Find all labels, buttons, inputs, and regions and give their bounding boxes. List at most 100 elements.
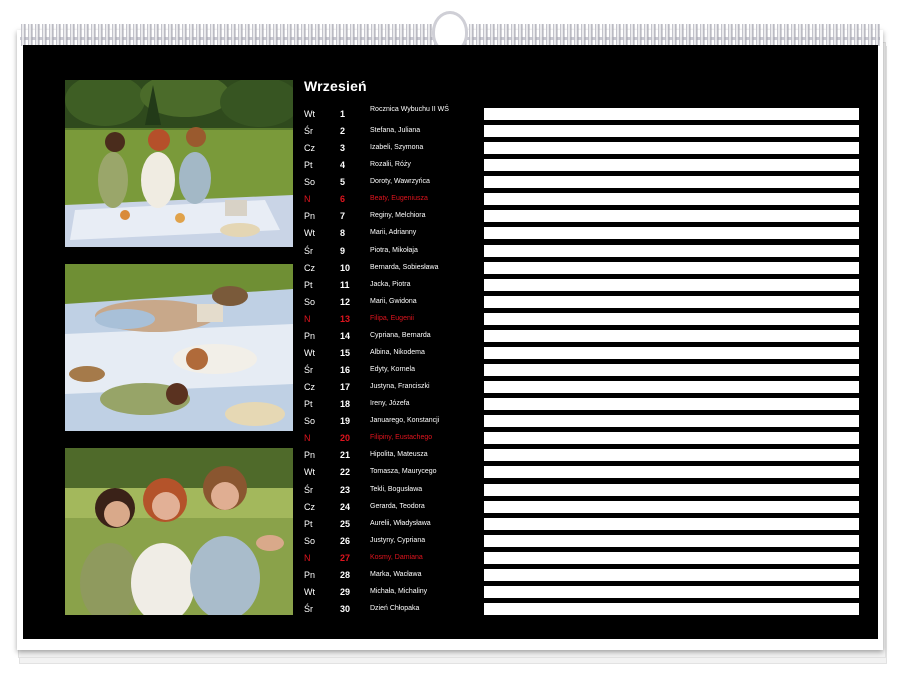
name-day: Albina, Nikodema xyxy=(370,348,425,356)
notes-line[interactable] xyxy=(484,108,859,120)
name-day: Rocznica Wybuchu II WŚ xyxy=(370,106,449,113)
day-of-week: Wt xyxy=(304,347,315,358)
name-day: Justyna, Franciszki xyxy=(370,383,430,391)
notes-line[interactable] xyxy=(484,295,859,308)
day-of-week: Śr xyxy=(304,245,313,256)
day-number: 30 xyxy=(340,604,351,615)
day-number: 22 xyxy=(340,467,351,478)
name-day: Gerarda, Teodora xyxy=(370,502,425,510)
day-of-week: Pt xyxy=(304,160,313,171)
day-row: Pt 4 Rozalii, Róży xyxy=(304,157,860,174)
day-row: Pt 25 Aurelii, Władysława xyxy=(304,516,860,533)
notes-line[interactable] xyxy=(484,585,859,598)
notes-line[interactable] xyxy=(484,278,859,291)
day-row: So 26 Justyny, Cypriana xyxy=(304,533,860,550)
day-row: So 19 Januarego, Konstancji xyxy=(304,413,860,430)
name-day: Marka, Wacława xyxy=(370,570,422,578)
day-number: 24 xyxy=(340,501,351,512)
day-number: 21 xyxy=(340,450,351,461)
notes-line[interactable] xyxy=(484,398,859,411)
notes-line[interactable] xyxy=(484,159,859,172)
notes-line[interactable] xyxy=(484,551,859,564)
day-of-week: Wt xyxy=(304,109,315,119)
notes-line[interactable] xyxy=(484,483,859,496)
day-row: So 12 Marii, Gwidona xyxy=(304,294,860,311)
notes-line[interactable] xyxy=(484,364,859,377)
day-of-week: Pt xyxy=(304,399,313,410)
name-day: Bernarda, Sobiesława xyxy=(370,263,439,271)
day-of-week: N xyxy=(304,194,311,205)
day-number: 25 xyxy=(340,518,351,529)
day-number: 3 xyxy=(340,143,346,154)
day-number: 6 xyxy=(340,194,346,205)
notes-line[interactable] xyxy=(484,466,859,479)
day-number: 14 xyxy=(340,330,351,341)
day-number: 27 xyxy=(340,552,351,563)
day-row: Pt 11 Jacka, Piotra xyxy=(304,277,860,294)
notes-line[interactable] xyxy=(484,312,859,325)
notes-line[interactable] xyxy=(484,415,859,428)
notes-line[interactable] xyxy=(484,432,859,445)
day-number: 26 xyxy=(340,535,351,546)
day-row: Cz 17 Justyna, Franciszki xyxy=(304,379,860,396)
name-day: Tekli, Bogusława xyxy=(370,485,423,493)
day-row: Pn 21 Hipolita, Mateusza xyxy=(304,447,860,464)
name-day: Doroty, Wawrzyńca xyxy=(370,178,430,186)
name-day: Edyty, Kornela xyxy=(370,366,416,374)
notes-line[interactable] xyxy=(484,534,859,547)
day-of-week: So xyxy=(304,416,316,427)
day-of-week: Śr xyxy=(304,365,313,376)
day-of-week: N xyxy=(304,433,311,444)
name-day: Tomasza, Maurycego xyxy=(370,468,437,476)
notes-line[interactable] xyxy=(484,329,859,342)
notes-line[interactable] xyxy=(484,603,859,616)
day-row: Wt 22 Tomasza, Maurycego xyxy=(304,464,860,481)
name-day: Stefana, Juliana xyxy=(370,127,421,135)
day-of-week: Śr xyxy=(304,126,313,137)
day-row: Wt 15 Albina, Nikodema xyxy=(304,345,860,362)
day-number: 16 xyxy=(340,365,351,376)
day-of-week: Wt xyxy=(304,586,315,597)
day-of-week: Pn xyxy=(304,450,316,461)
notes-line[interactable] xyxy=(484,346,859,359)
notes-line[interactable] xyxy=(484,176,859,189)
day-number: 28 xyxy=(340,569,351,580)
day-row: Cz 24 Gerarda, Teodora xyxy=(304,499,860,516)
day-number: 4 xyxy=(340,160,346,171)
notes-line[interactable] xyxy=(484,500,859,513)
photo-picnic-lying xyxy=(65,264,293,431)
month-title: Wrzesień xyxy=(304,78,367,94)
notes-line[interactable] xyxy=(484,210,859,223)
day-of-week: Wt xyxy=(304,467,315,478)
day-number: 23 xyxy=(340,484,351,495)
day-of-week: So xyxy=(304,177,316,188)
day-row: So 5 Doroty, Wawrzyńca xyxy=(304,174,860,191)
day-number: 10 xyxy=(340,262,351,273)
day-row: N 13 Filipa, Eugenii xyxy=(304,311,860,328)
notes-line[interactable] xyxy=(484,244,859,257)
notes-line[interactable] xyxy=(484,568,859,581)
notes-line[interactable] xyxy=(484,227,859,240)
notes-line[interactable] xyxy=(484,193,859,206)
name-day: Cypriana, Bernarda xyxy=(370,331,431,339)
name-day: Jacka, Piotra xyxy=(370,280,411,288)
name-day: Piotra, Mikołaja xyxy=(370,246,418,254)
photo-picnic-eating xyxy=(65,80,293,247)
name-day: Kosmy, Damiana xyxy=(370,553,423,561)
notes-line[interactable] xyxy=(484,381,859,394)
day-row: Śr 16 Edyty, Kornela xyxy=(304,362,860,379)
day-number: 19 xyxy=(340,416,351,427)
name-day: Reginy, Melchiora xyxy=(370,212,426,220)
day-number: 20 xyxy=(340,433,351,444)
notes-line[interactable] xyxy=(484,261,859,274)
notes-line[interactable] xyxy=(484,449,859,462)
notes-line[interactable] xyxy=(484,142,859,155)
notes-line[interactable] xyxy=(484,517,859,530)
day-row: Pn 28 Marka, Wacława xyxy=(304,567,860,584)
day-row: Wt 1 Rocznica Wybuchu II WŚ xyxy=(304,106,860,123)
notes-line[interactable] xyxy=(484,125,859,138)
name-day: Ireny, Józefa xyxy=(370,400,410,408)
day-of-week: So xyxy=(304,535,316,546)
day-row: N 6 Beaty, Eugeniusza xyxy=(304,191,860,208)
day-row: Cz 3 Izabeli, Szymona xyxy=(304,140,860,157)
